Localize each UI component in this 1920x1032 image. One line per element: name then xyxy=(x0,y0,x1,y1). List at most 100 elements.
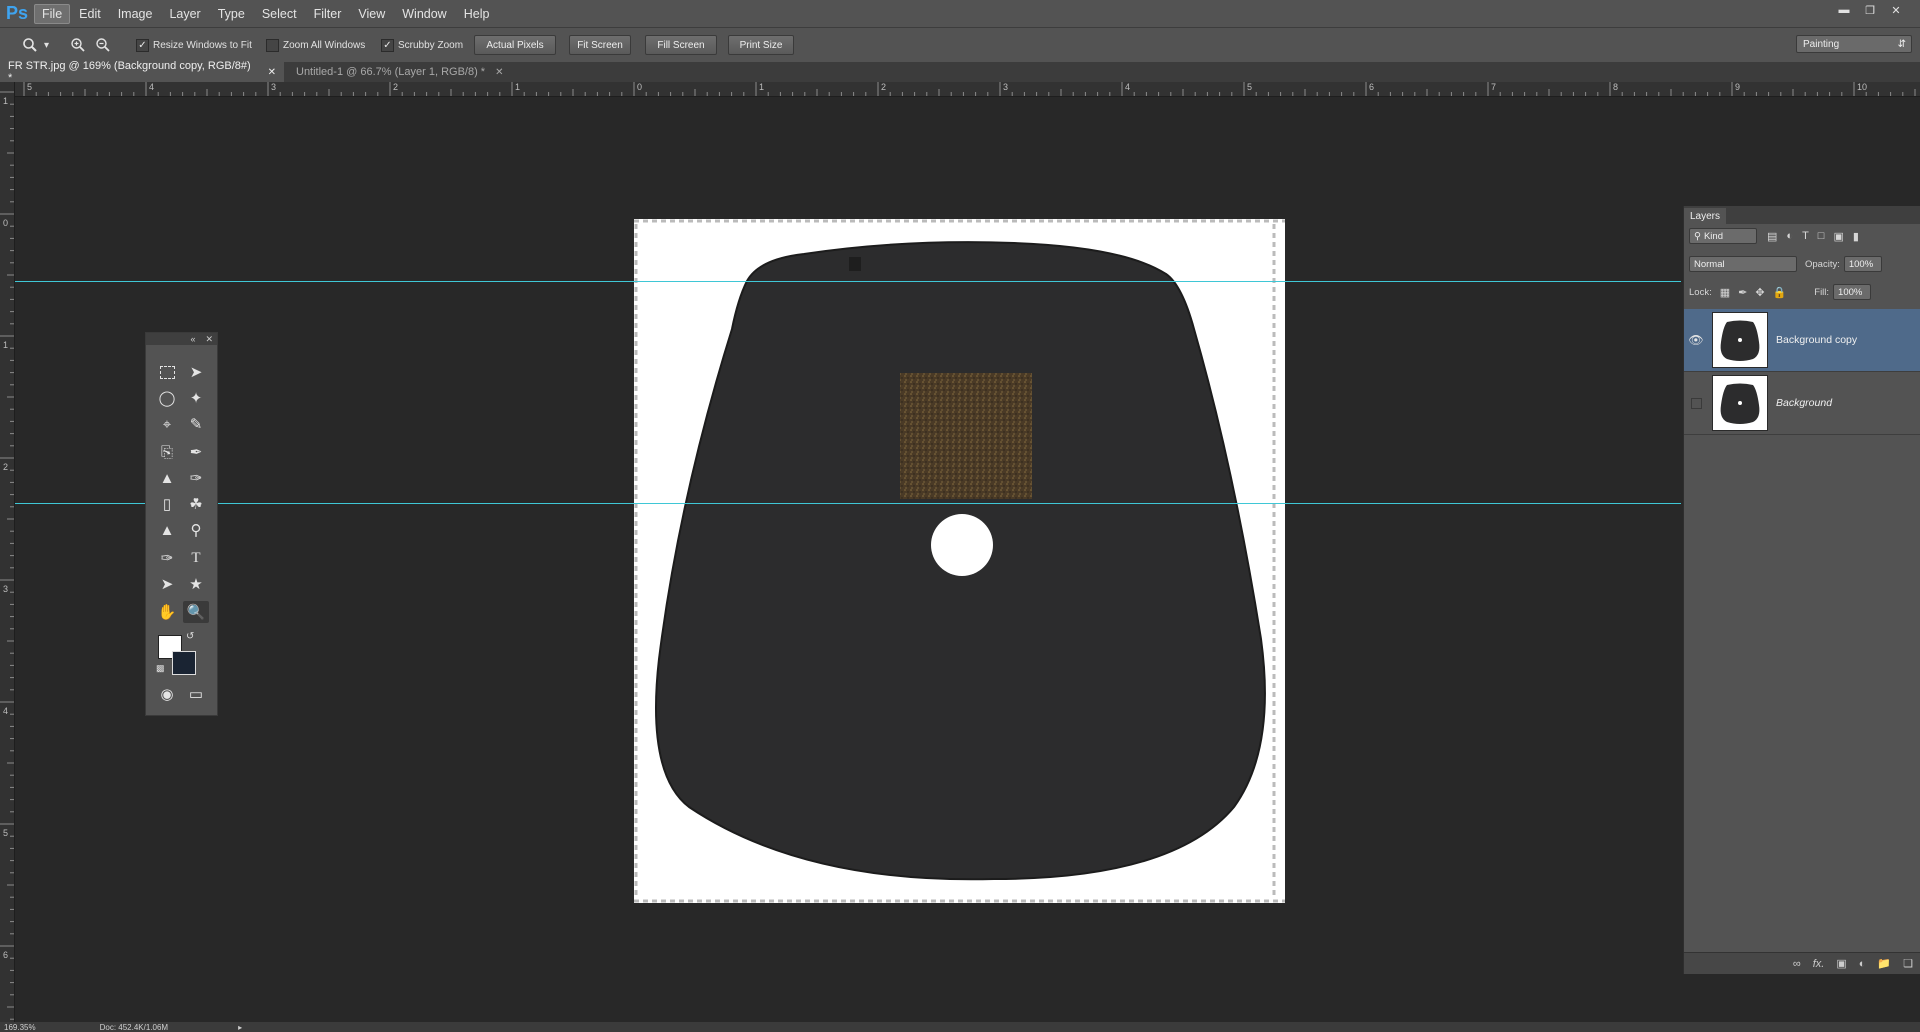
swap-colors-icon[interactable]: ↺ xyxy=(186,631,194,642)
ruler-label: 6 xyxy=(1369,82,1375,92)
layers-panel: Layers ⚲ Kind ▤ ◐ T □ ▣ ▮ Normal Opacity… xyxy=(1683,206,1920,974)
layer-background-copy[interactable]: 👁 Background copy xyxy=(1684,309,1920,372)
close-icon[interactable]: ✕ xyxy=(1886,3,1906,17)
status-bar: 169.35% Doc: 452.4K/1.06M ▸ xyxy=(0,1022,1920,1032)
document-image[interactable] xyxy=(634,219,1285,903)
magic-wand-tool[interactable]: ✦ xyxy=(183,387,209,409)
fill-screen-button[interactable]: Fill Screen xyxy=(645,35,717,55)
horizontal-ruler[interactable]: 5 4 3 2 1 0 1 2 3 4 5 6 7 8 9 10 xyxy=(14,82,1920,97)
restore-icon[interactable]: ❐ xyxy=(1860,3,1880,17)
pen-tool[interactable]: ✑ xyxy=(154,547,180,569)
zoom-in-button[interactable] xyxy=(70,36,86,54)
checkmark-icon: ✓ xyxy=(381,38,394,52)
print-size-button[interactable]: Print Size xyxy=(728,35,794,55)
menu-image[interactable]: Image xyxy=(110,4,161,24)
history-brush-tool[interactable]: ✑ xyxy=(183,467,209,489)
type-tool[interactable]: T xyxy=(183,547,209,569)
pixel-filter-icon[interactable]: ▤ xyxy=(1767,230,1777,243)
hand-tool[interactable]: ✋ xyxy=(154,601,180,623)
screen-mode-button[interactable]: ▭ xyxy=(183,683,209,705)
zoom-level[interactable]: 169.35% xyxy=(4,1023,36,1032)
new-adjustment-icon[interactable]: ◐ xyxy=(1859,958,1866,970)
filter-kind-select[interactable]: ⚲ Kind xyxy=(1689,228,1757,244)
menu-filter[interactable]: Filter xyxy=(306,4,350,24)
layer-background[interactable]: Background xyxy=(1684,372,1920,435)
zoom-tool[interactable]: 🔍 xyxy=(183,601,209,623)
custom-shape-tool[interactable]: ★ xyxy=(183,573,209,595)
workspace-select[interactable]: Painting ⇵ xyxy=(1796,35,1912,53)
marquee-tool[interactable] xyxy=(154,361,180,383)
tab-layers[interactable]: Layers xyxy=(1684,208,1727,224)
zoom-tool-preset[interactable]: ▾ xyxy=(22,36,49,54)
menu-file[interactable]: File xyxy=(34,3,71,24)
actual-pixels-button[interactable]: Actual Pixels xyxy=(474,35,556,55)
link-layers-icon[interactable]: ∞ xyxy=(1793,958,1801,970)
zoom-all-windows-checkbox[interactable]: Zoom All Windows xyxy=(266,36,365,54)
add-mask-icon[interactable]: ▣ xyxy=(1836,957,1846,970)
type-filter-icon[interactable]: T xyxy=(1802,230,1809,242)
tab-untitled-1[interactable]: Untitled-1 @ 66.7% (Layer 1, RGB/8) * ✕ xyxy=(288,62,511,82)
menu-type[interactable]: Type xyxy=(210,4,253,24)
eye-icon[interactable]: 👁 xyxy=(1684,333,1708,347)
clone-stamp-tool[interactable]: ▲ xyxy=(154,467,180,489)
eyedropper-tool[interactable]: ✎ xyxy=(183,413,209,435)
paint-bucket-tool[interactable]: ☘ xyxy=(183,493,209,515)
fit-screen-button[interactable]: Fit Screen xyxy=(569,35,631,55)
menu-window[interactable]: Window xyxy=(394,4,454,24)
dodge-tool[interactable]: ⚲ xyxy=(183,519,209,541)
fill-input[interactable]: 100% xyxy=(1833,284,1872,300)
menu-select[interactable]: Select xyxy=(254,4,305,24)
tab-fr-str[interactable]: FR STR.jpg @ 169% (Background copy, RGB/… xyxy=(0,60,284,84)
new-layer-icon[interactable]: ❏ xyxy=(1903,957,1913,970)
new-group-icon[interactable]: 📁 xyxy=(1877,957,1891,970)
lock-label: Lock: xyxy=(1689,286,1712,298)
opacity-input[interactable]: 100% xyxy=(1843,256,1882,272)
fill-label: Fill: xyxy=(1814,286,1830,298)
close-icon[interactable]: ✕ xyxy=(205,334,213,345)
ruler-label: 0 xyxy=(637,82,643,92)
minimize-icon[interactable]: ▬ xyxy=(1834,3,1854,17)
guide-line-horizontal[interactable] xyxy=(15,281,1681,282)
blur-tool[interactable]: ▲ xyxy=(154,519,180,541)
crop-icon: ⌖ xyxy=(162,415,172,433)
resize-windows-checkbox[interactable]: ✓ Resize Windows to Fit xyxy=(136,36,252,54)
unchecked-box-icon xyxy=(266,38,279,52)
menu-edit[interactable]: Edit xyxy=(71,4,109,24)
move-tool[interactable]: ➤ xyxy=(183,361,209,383)
search-icon: ⚲ xyxy=(1694,230,1701,242)
path-selection-tool[interactable]: ➤ xyxy=(154,573,180,595)
vertical-ruler[interactable]: 1 0 1 2 3 4 5 6 xyxy=(0,82,15,1022)
eraser-tool[interactable]: ▯ xyxy=(154,493,180,515)
brush-tool[interactable]: ✒ xyxy=(183,441,209,463)
close-tab-icon[interactable]: ✕ xyxy=(268,67,276,78)
fx-icon[interactable]: fx. xyxy=(1813,958,1825,970)
scrubby-zoom-checkbox[interactable]: ✓ Scrubby Zoom xyxy=(381,36,463,54)
blend-mode-select[interactable]: Normal xyxy=(1689,256,1797,272)
guide-line-horizontal[interactable] xyxy=(15,503,1681,504)
close-tab-icon[interactable]: ✕ xyxy=(495,67,503,78)
zoom-out-button[interactable] xyxy=(95,36,111,54)
smart-object-filter-icon[interactable]: ▣ xyxy=(1833,230,1843,243)
zoom-in-icon xyxy=(71,38,85,52)
visibility-toggle-off-icon[interactable] xyxy=(1684,397,1708,409)
lock-transparent-icon[interactable]: ▦ xyxy=(1720,286,1730,299)
background-color-swatch[interactable] xyxy=(172,651,196,675)
crop-tool[interactable]: ⌖ xyxy=(154,413,180,435)
lock-pixels-icon[interactable]: ✒ xyxy=(1738,286,1747,299)
lock-position-icon[interactable]: ✥ xyxy=(1755,286,1764,299)
quick-mask-button[interactable]: ◉ xyxy=(154,683,180,705)
default-colors-icon[interactable]: ▩ xyxy=(156,663,165,674)
lock-all-icon[interactable]: 🔒 xyxy=(1773,286,1787,299)
ruler-label: 0 xyxy=(3,218,9,228)
healing-brush-tool[interactable]: ⎘ xyxy=(154,441,180,463)
adjustment-filter-icon[interactable]: ◐ xyxy=(1786,230,1793,242)
collapse-icon[interactable]: « xyxy=(190,334,195,344)
shape-filter-icon[interactable]: □ xyxy=(1818,230,1825,242)
menu-layer[interactable]: Layer xyxy=(161,4,208,24)
lasso-tool[interactable]: ◯ xyxy=(154,387,180,409)
menu-help[interactable]: Help xyxy=(456,4,498,24)
chevron-right-icon[interactable]: ▸ xyxy=(238,1023,242,1032)
filter-toggle-icon[interactable]: ▮ xyxy=(1853,230,1859,243)
layer-thumbnail xyxy=(1712,312,1768,368)
menu-view[interactable]: View xyxy=(350,4,393,24)
